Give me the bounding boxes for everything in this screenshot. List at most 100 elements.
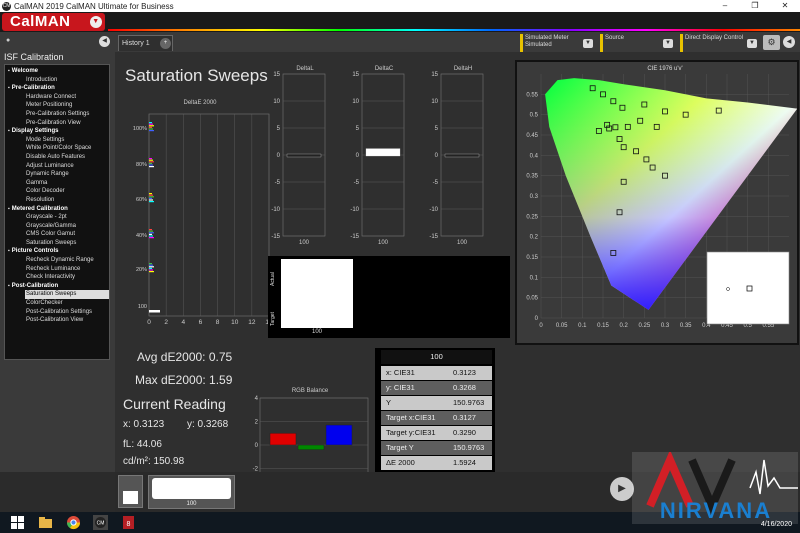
delta-y-tick: 5 — [435, 126, 439, 132]
windows-start-icon[interactable] — [10, 515, 25, 530]
readings-value: 0.3268 — [453, 383, 476, 392]
tree-item[interactable]: Pre-Calibration Settings — [5, 110, 109, 119]
maximize-icon[interactable]: ❐ — [740, 0, 770, 12]
readings-value: 0.3290 — [453, 428, 476, 437]
rgb-bar-g — [297, 444, 325, 450]
delta-y-tick: 0 — [277, 153, 281, 159]
svg-text:CM: CM — [97, 521, 105, 527]
de2000-plot: 02468101214100%80%60%40%20%100 — [133, 113, 273, 326]
readings-key: x: CIE31 — [386, 368, 415, 377]
readings-value: 0.3123 — [453, 368, 476, 377]
readings-value: 150.9763 — [453, 443, 485, 452]
tree-item[interactable]: Grayscale - 2pt — [5, 213, 109, 222]
tree-item[interactable]: Saturation Sweeps — [5, 239, 109, 248]
tree-item[interactable]: Pre-Calibration View — [5, 119, 109, 128]
tree-item[interactable]: Grayscale/Gamma — [5, 222, 109, 231]
cie-y-tick: 0.2 — [530, 235, 539, 241]
workflow-panel: ● ◀ ISF Calibration WelcomeIntroductionP… — [0, 32, 115, 472]
de2000-bar — [149, 235, 153, 237]
add-tab-icon[interactable]: + — [160, 38, 171, 49]
folder-icon[interactable] — [38, 515, 53, 530]
panel-toolbar: ● ◀ — [0, 32, 115, 50]
thumbnail-100[interactable]: 100 — [148, 475, 235, 509]
calman-logo-menu[interactable]: CalMAN ▼ — [2, 13, 105, 31]
tree-item[interactable]: Gamma — [5, 179, 109, 188]
gear-icon[interactable]: ⚙ — [763, 35, 780, 50]
tab-bar: History 1 + Simulated Meter Simulated ▼ … — [115, 32, 800, 52]
de2000-bar — [149, 264, 153, 266]
minimize-icon[interactable]: – — [710, 0, 740, 12]
actual-label: Actual — [270, 272, 276, 286]
tree-item[interactable]: Post-Calibration Settings — [5, 308, 109, 317]
de2000-y-tick: 60% — [136, 197, 147, 203]
de2000-x-tick: 4 — [181, 319, 185, 326]
tree-item[interactable]: Recheck Luminance — [5, 265, 109, 274]
tree-item[interactable]: Saturation Sweeps — [25, 290, 109, 300]
tree-section[interactable]: Display Settings — [5, 127, 109, 136]
collapse-right-icon[interactable]: ◀ — [783, 36, 795, 48]
tree-section[interactable]: Pre-Calibration — [5, 84, 109, 93]
tree-item[interactable]: CMS Color Gamut — [5, 230, 109, 239]
tree-item[interactable]: Post-Calibration View — [5, 316, 109, 325]
tree-item[interactable]: White Point/Color Space — [5, 144, 109, 153]
de2000-y-tick: 100 — [138, 304, 147, 310]
tree-section[interactable]: Post-Calibration — [5, 282, 109, 291]
tree-item[interactable]: Adjust Luminance — [5, 162, 109, 171]
thumbnail-white[interactable] — [118, 475, 143, 508]
readings-row: y: CIE31 0.3268 — [381, 381, 492, 395]
cie-y-tick: 0.05 — [526, 296, 538, 302]
delta-y-tick: 0 — [356, 153, 360, 159]
rgb-balance-title: RGB Balance — [291, 388, 329, 394]
meter-select-label: Simulated Meter Simulated — [525, 35, 569, 48]
readings-key: Target y:CIE31 — [386, 428, 436, 437]
collapse-panel-icon[interactable]: ◀ — [99, 36, 110, 47]
de2000-bar — [149, 162, 152, 164]
tree-item[interactable]: Dynamic Range — [5, 170, 109, 179]
chrome-icon[interactable] — [66, 515, 81, 530]
delta-y-tick: 10 — [273, 99, 280, 105]
calman-taskbar-icon[interactable]: CM — [93, 515, 108, 530]
display-control-select[interactable]: Direct Display Control ▼ — [680, 34, 760, 52]
source-select[interactable]: Source ▼ — [600, 34, 676, 52]
tree-item[interactable]: Meter Positioning — [5, 101, 109, 110]
tab-history[interactable]: History 1 + — [118, 35, 173, 51]
tree-item[interactable]: Mode Settings — [5, 136, 109, 145]
tree-item[interactable]: Hardware Connect — [5, 93, 109, 102]
de2000-bar — [149, 128, 153, 130]
de2000-bar — [149, 126, 152, 128]
current-reading-label: Current Reading — [123, 396, 226, 412]
readings-key: Y — [386, 398, 392, 407]
tree-section[interactable]: Welcome — [5, 67, 109, 76]
delta-y-tick: 10 — [352, 99, 359, 105]
delta-y-tick: -10 — [350, 207, 359, 213]
tree-section[interactable]: Picture Controls — [5, 247, 109, 256]
tree-item[interactable]: ColorChecker — [5, 299, 109, 308]
next-arrow-icon[interactable]: ▶ — [610, 477, 634, 501]
tree-item[interactable]: Introduction — [5, 76, 109, 85]
rgb-y-tick: 4 — [255, 396, 259, 402]
pin-icon[interactable]: ● — [6, 37, 10, 44]
title-bar: CM CalMAN 2019 CalMAN Ultimate for Busin… — [0, 0, 800, 12]
de2000-bar — [149, 159, 153, 161]
tree-section[interactable]: Metered Calibration — [5, 205, 109, 214]
tree-item[interactable]: Disable Auto Features — [5, 153, 109, 162]
de2000-chart: DeltaE 2000 02468101214100%80%60%40%20%1… — [125, 98, 275, 328]
tree-item[interactable]: Recheck Dynamic Range — [5, 256, 109, 265]
current-x: x: 0.3123 — [123, 419, 165, 430]
close-icon[interactable]: ✕ — [770, 0, 800, 12]
cie-x-tick: 0.3 — [661, 323, 670, 329]
tree-item[interactable]: Color Decoder — [5, 187, 109, 196]
delta-y-tick: -15 — [271, 234, 280, 240]
pdf-app-icon[interactable]: 8 — [121, 515, 136, 530]
delta-y-tick: 10 — [431, 99, 438, 105]
de2000-y-tick: 100% — [133, 126, 147, 132]
delta-y-tick: -10 — [271, 207, 280, 213]
meter-select[interactable]: Simulated Meter Simulated ▼ — [520, 34, 596, 52]
cie-diagram: 0 0.05 0.1 0.15 0.2 0.25 0.3 0.35 0.4 0.45 0.5 0.55… — [515, 60, 799, 345]
readings-row: ΔE 2000 1.5924 — [381, 456, 492, 470]
readings-header: 100 — [381, 350, 492, 364]
tree-item[interactable]: Check Interactivity — [5, 273, 109, 282]
tree-item[interactable]: Resolution — [5, 196, 109, 205]
readings-value: 1.5924 — [453, 458, 476, 467]
cie-y-tick: 0.3 — [530, 194, 539, 200]
